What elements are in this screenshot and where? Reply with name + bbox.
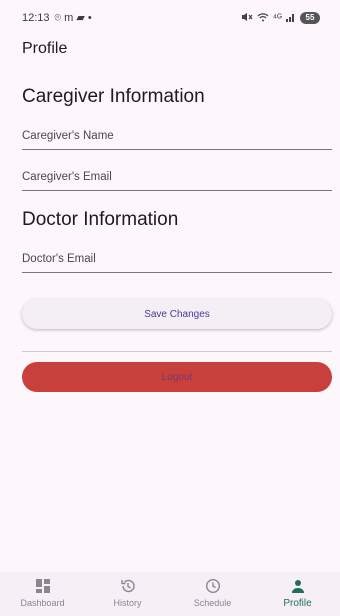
status-left: 12:13 ⌾ m ▰ • [22,11,92,25]
nav-dashboard[interactable]: Dashboard [8,572,78,608]
doctor-heading: Doctor Information [22,209,179,230]
caregiver-email-field[interactable]: Caregiver's Email [22,168,332,191]
nav-profile[interactable]: Profile [263,572,333,609]
network-type: ⁴ᴳ [272,12,282,24]
doctor-email-label: Doctor's Email [22,253,96,265]
profile-icon [289,577,307,595]
wifi-icon [257,12,269,25]
caregiver-heading: Caregiver Information [22,86,205,107]
nav-schedule-label: Schedule [193,598,232,608]
page-title: Profile [22,40,68,57]
signal-icon [286,12,296,25]
caregiver-name-field[interactable]: Caregiver's Name [22,127,332,150]
nav-history-label: History [113,598,142,608]
bottom-navigation: Dashboard History Schedule Profile [0,572,340,616]
nav-history[interactable]: History [93,572,163,608]
schedule-icon [204,577,222,595]
divider [22,351,332,352]
caregiver-name-label: Caregiver's Name [22,130,114,142]
mute-icon [241,12,253,25]
nav-profile-label: Profile [283,598,312,609]
battery-icon: 55 [300,12,320,24]
history-icon [119,577,137,595]
nav-schedule[interactable]: Schedule [178,572,248,608]
logout-button[interactable]: Logout [22,362,332,392]
nav-dashboard-label: Dashboard [20,598,65,608]
caregiver-email-label: Caregiver's Email [22,171,112,183]
status-bar: 12:13 ⌾ m ▰ • ⁴ᴳ 55 [0,0,340,36]
notification-icons: ⌾ m ▰ • [54,12,92,24]
dashboard-icon [34,577,52,595]
status-time: 12:13 [22,12,50,24]
doctor-email-field[interactable]: Doctor's Email [22,250,332,273]
status-right: ⁴ᴳ 55 [241,12,320,25]
save-button[interactable]: Save Changes [22,299,332,329]
